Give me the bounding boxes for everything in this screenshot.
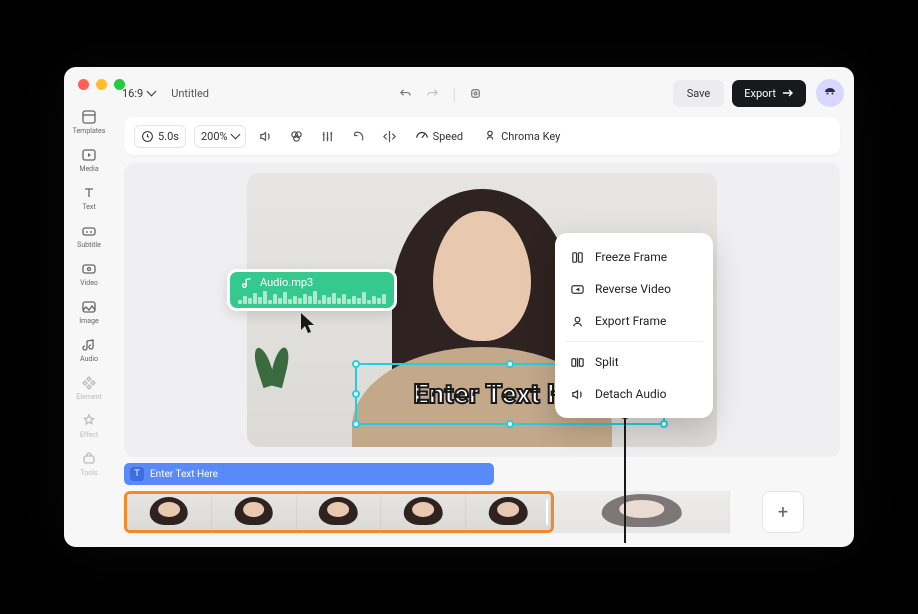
sidebar-item-effect[interactable]: Effect [80, 409, 98, 443]
video-clip-rest[interactable] [554, 491, 730, 533]
resize-handle[interactable] [660, 420, 668, 428]
text-track-clip[interactable]: T Enter Text Here [124, 463, 494, 485]
user-avatar[interactable] [816, 79, 844, 107]
menu-separator [565, 341, 703, 342]
minimize-window[interactable] [96, 79, 107, 90]
export-frame-icon [569, 313, 585, 329]
timeline: T Enter Text Here + [124, 463, 840, 539]
zoom-select[interactable]: 200% [194, 125, 246, 148]
text-icon [81, 185, 97, 201]
rotate-button[interactable] [347, 125, 370, 148]
sidebar-item-element[interactable]: Element [76, 371, 101, 405]
resize-handle[interactable] [506, 360, 514, 368]
clip-thumbnail [466, 494, 551, 530]
clip-thumbnail [297, 494, 382, 530]
templates-icon [81, 109, 97, 125]
clip-thumbnail [554, 491, 730, 533]
resize-handle[interactable] [352, 390, 360, 398]
chevron-down-icon [230, 130, 240, 140]
freeze-frame-icon [569, 249, 585, 265]
sidebar-item-media[interactable]: Media [79, 143, 98, 177]
chroma-key-button[interactable]: Chroma Key [477, 125, 566, 147]
clip-thumbnail [127, 494, 212, 530]
ctx-freeze-frame[interactable]: Freeze Frame [555, 241, 713, 273]
sidebar: Templates Media Text Subtitle Video Imag… [64, 97, 114, 547]
sidebar-item-templates[interactable]: Templates [73, 105, 106, 139]
video-preview[interactable]: Audio.mp3 Enter Text Here [247, 173, 717, 447]
video-clip-selected[interactable] [124, 491, 554, 533]
speed-button[interactable]: Speed [409, 125, 470, 147]
tools-icon [81, 451, 97, 467]
redo-button[interactable] [425, 86, 440, 101]
add-clip-button[interactable]: + [762, 491, 804, 533]
resize-handle[interactable] [352, 420, 360, 428]
element-icon [81, 375, 97, 391]
adjust-button[interactable] [316, 125, 339, 148]
save-button[interactable]: Save [673, 80, 725, 107]
resize-handle[interactable] [506, 420, 514, 428]
duration-chip[interactable]: 5.0s [134, 125, 186, 148]
avatar-face-icon [821, 84, 839, 102]
clock-icon [141, 130, 154, 143]
clip-thumbnail [212, 494, 297, 530]
close-window[interactable] [78, 79, 89, 90]
toolbar: 5.0s 200% Speed Chroma Key [124, 117, 840, 155]
ctx-export-frame[interactable]: Export Frame [555, 305, 713, 337]
window-controls [78, 79, 125, 90]
text-track-icon: T [130, 467, 144, 481]
effect-icon [81, 413, 97, 429]
sidebar-item-audio[interactable]: Audio [80, 333, 98, 367]
image-icon [81, 299, 97, 315]
subtitle-icon [81, 223, 97, 239]
topbar: 16:9 Untitled | Save Export [114, 75, 844, 111]
volume-button[interactable] [254, 125, 277, 148]
chroma-key-icon [483, 129, 497, 143]
ctx-reverse-video[interactable]: Reverse Video [555, 273, 713, 305]
media-icon [81, 147, 97, 163]
clip-thumbnail [381, 494, 466, 530]
speed-icon [415, 129, 429, 143]
ctx-detach-audio[interactable]: Detach Audio [555, 378, 713, 410]
audio-clip-overlay[interactable]: Audio.mp3 [227, 269, 397, 311]
video-icon [81, 261, 97, 277]
split-icon [569, 354, 585, 370]
playhead[interactable] [624, 413, 626, 543]
sidebar-item-video[interactable]: Video [80, 257, 98, 291]
audio-icon [81, 337, 97, 353]
music-note-icon [240, 276, 254, 290]
sidebar-item-image[interactable]: Image [79, 295, 99, 329]
arrow-right-icon [782, 88, 794, 98]
flip-button[interactable] [378, 125, 401, 148]
reverse-video-icon [569, 281, 585, 297]
canvas-area[interactable]: Audio.mp3 Enter Text Here [124, 163, 840, 457]
sidebar-item-tools[interactable]: Tools [80, 447, 97, 481]
video-track[interactable] [124, 491, 730, 533]
undo-button[interactable] [398, 86, 413, 101]
filters-button[interactable] [285, 125, 308, 148]
context-menu: Freeze Frame Reverse Video Export Frame … [555, 233, 713, 418]
project-title[interactable]: Untitled [171, 87, 209, 100]
crop-button[interactable] [468, 86, 483, 101]
maximize-window[interactable] [114, 79, 125, 90]
detach-audio-icon [569, 386, 585, 402]
export-button[interactable]: Export [732, 80, 806, 107]
app-window: Templates Media Text Subtitle Video Imag… [64, 67, 854, 547]
sidebar-item-subtitle[interactable]: Subtitle [77, 219, 101, 253]
waveform-icon [238, 290, 386, 304]
cursor-pointer-icon [299, 311, 319, 335]
ctx-split[interactable]: Split [555, 346, 713, 378]
sidebar-item-text[interactable]: Text [81, 181, 97, 215]
chevron-down-icon [147, 87, 157, 97]
resize-handle[interactable] [352, 360, 360, 368]
